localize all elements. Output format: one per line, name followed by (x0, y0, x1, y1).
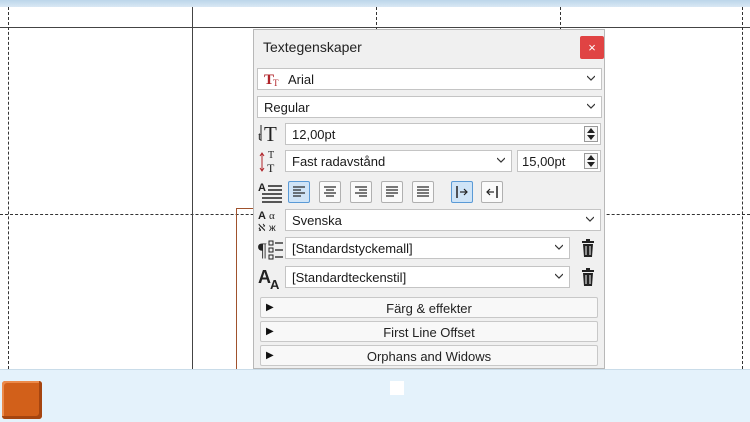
chevron-down-icon (587, 75, 595, 81)
chevron-down-icon (555, 273, 563, 279)
delete-paragraph-style-button[interactable] (577, 237, 599, 259)
align-left-icon (293, 186, 305, 197)
text-direction-ltr-icon (456, 186, 468, 198)
svg-text:A: A (258, 182, 266, 194)
align-right-button[interactable] (350, 181, 372, 203)
section-label: Orphans and Widows (366, 349, 492, 364)
align-justify-button[interactable] (381, 181, 403, 203)
font-family-icon: T T (263, 70, 283, 88)
leading-mode-value: Fast radavstånd (292, 154, 386, 169)
align-force-justify-button[interactable] (412, 181, 434, 203)
align-center-button[interactable] (319, 181, 341, 203)
svg-text:T: T (268, 150, 274, 161)
paragraph-style-value: [Standardstyckemall] (292, 241, 413, 256)
section-orphans-widows[interactable]: ▶ Orphans and Widows (260, 345, 598, 366)
direction-rtl-button[interactable] (481, 181, 503, 203)
leading-value-input[interactable]: 15,00pt (517, 150, 601, 172)
align-right-icon (355, 186, 367, 197)
align-force-justify-icon (417, 186, 429, 197)
top-toolbar-strip (0, 0, 750, 7)
section-first-line-offset[interactable]: ▶ First Line Offset (260, 321, 598, 342)
font-size-input[interactable]: 12,00pt (285, 123, 601, 145)
align-justify-icon (386, 186, 398, 197)
page-margin-guide (0, 27, 750, 28)
chevron-down-icon (555, 244, 563, 250)
svg-text:ℵ: ℵ (258, 223, 266, 232)
text-frame-edge (236, 208, 237, 369)
trash-icon (582, 268, 594, 286)
character-style-icon: A A (258, 265, 284, 292)
svg-text:T: T (273, 78, 279, 88)
chevron-down-icon (587, 103, 595, 109)
text-frame-edge (236, 208, 254, 209)
align-center-icon (324, 186, 336, 197)
svg-text:T: T (267, 161, 275, 175)
svg-text:T: T (264, 122, 277, 145)
chevron-down-icon (497, 157, 505, 163)
font-family-select[interactable]: T T Arial (257, 68, 602, 90)
section-label: Färg & effekter (386, 301, 472, 316)
column-guide (192, 7, 193, 369)
leading-mode-select[interactable]: Fast radavstånd (285, 150, 512, 172)
paragraph-style-icon: ¶ (258, 236, 284, 261)
font-family-value: Arial (288, 72, 315, 87)
trash-icon (582, 239, 594, 257)
text-direction-rtl-icon (486, 186, 498, 198)
svg-text:A: A (270, 277, 280, 291)
font-size-stepper[interactable] (584, 126, 598, 142)
leading-value: 15,00pt (522, 154, 566, 169)
delete-character-style-button[interactable] (577, 266, 599, 288)
close-button[interactable]: × (580, 36, 604, 59)
font-style-select[interactable]: Regular (257, 96, 602, 118)
paragraph-style-select[interactable]: [Standardstyckemall] (285, 237, 570, 259)
page-margin-guide (8, 7, 9, 369)
page-margin-guide (742, 7, 743, 369)
text-properties-panel: Textegenskaper × T T Arial Regular t T 1… (253, 29, 605, 369)
bottom-panel (0, 369, 750, 422)
chevron-down-icon (586, 216, 594, 222)
section-label: First Line Offset (383, 325, 475, 340)
svg-text:α: α (269, 210, 275, 222)
language-icon: A α ℵ ж (258, 208, 284, 234)
character-style-select[interactable]: [Standardteckenstil] (285, 266, 570, 288)
svg-text:A: A (258, 210, 266, 222)
section-color-effects[interactable]: ▶ Färg & effekter (260, 297, 598, 318)
align-left-button[interactable] (288, 181, 310, 203)
language-select[interactable]: Svenska (285, 209, 601, 231)
font-style-value: Regular (264, 100, 310, 115)
paragraph-alignment-icon: A (258, 180, 284, 204)
font-size-icon: t T (258, 121, 284, 146)
page-thumbnail-icon[interactable] (390, 381, 404, 395)
panel-title: Textegenskaper (263, 39, 362, 55)
direction-ltr-button[interactable] (451, 181, 473, 203)
panel-title-bar[interactable]: Textegenskaper × (254, 30, 604, 62)
leading-stepper[interactable] (584, 153, 598, 169)
character-style-value: [Standardteckenstil] (292, 270, 407, 285)
svg-text:¶: ¶ (258, 240, 267, 261)
font-size-value: 12,00pt (292, 127, 336, 142)
leading-icon: T T (258, 149, 284, 175)
app-orange-icon[interactable] (2, 381, 42, 419)
language-value: Svenska (292, 213, 342, 228)
svg-text:ж: ж (269, 223, 276, 232)
